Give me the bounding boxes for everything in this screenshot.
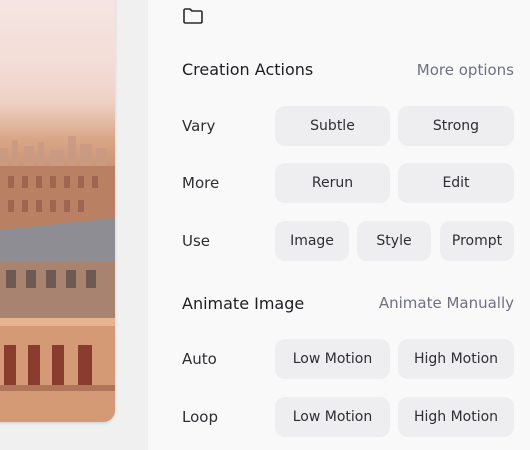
loop-label: Loop [182,408,218,426]
use-prompt-button[interactable]: Prompt [440,221,514,261]
animate-image-title: Animate Image [182,294,305,313]
generated-image[interactable] [0,0,115,422]
vary-subtle-button[interactable]: Subtle [275,106,390,146]
use-style-button[interactable]: Style [357,221,431,261]
more-options-link[interactable]: More options [417,61,514,79]
action-panel: Creation Actions More options Vary Subtl… [148,0,530,450]
edit-button[interactable]: Edit [398,163,514,203]
creation-actions-title: Creation Actions [182,60,314,79]
auto-label: Auto [182,350,217,368]
auto-low-motion-button[interactable]: Low Motion [275,339,390,379]
use-label: Use [182,232,211,250]
more-label: More [182,174,220,192]
auto-high-motion-button[interactable]: High Motion [398,339,514,379]
vary-label: Vary [182,117,216,135]
vary-strong-button[interactable]: Strong [398,106,514,146]
image-preview-area [0,0,148,450]
animate-manually-link[interactable]: Animate Manually [379,294,514,312]
loop-high-motion-button[interactable]: High Motion [398,397,514,437]
cityscape-illustration [0,136,115,422]
rerun-button[interactable]: Rerun [275,163,390,203]
use-image-button[interactable]: Image [275,221,349,261]
loop-low-motion-button[interactable]: Low Motion [275,397,390,437]
folder-icon[interactable] [182,7,204,25]
